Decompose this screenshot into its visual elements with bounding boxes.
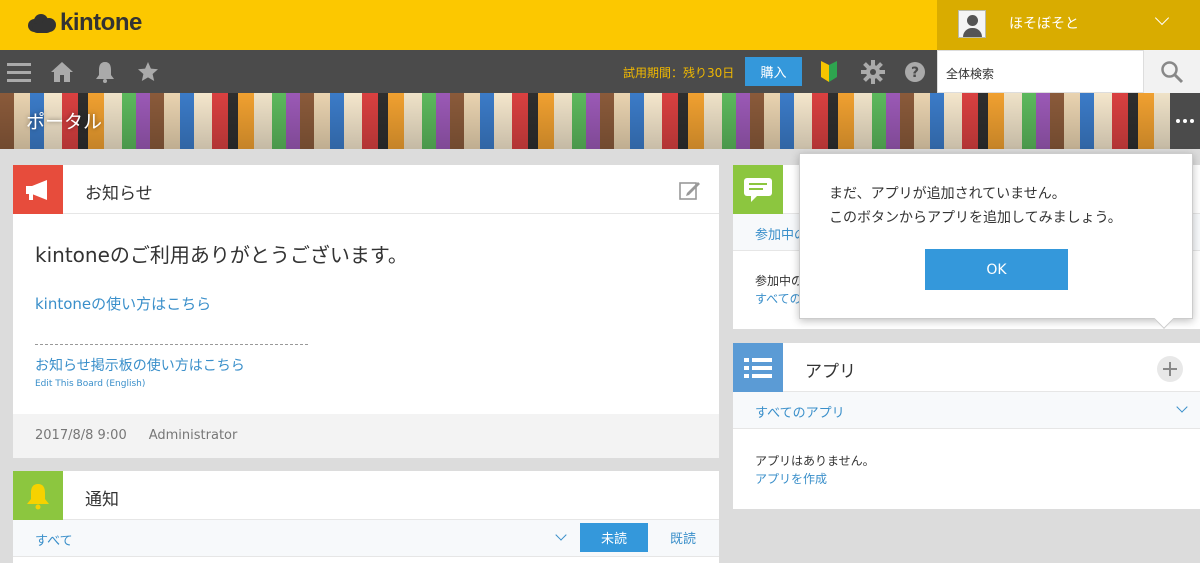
user-menu[interactable]: ほそぼそと xyxy=(937,0,1200,50)
notifications-card-header: 通知 xyxy=(13,471,719,520)
chat-bubble-icon xyxy=(733,165,783,214)
notifications-title: 通知 xyxy=(85,490,119,510)
logo-text: kintone xyxy=(60,9,142,36)
add-app-tooltip-popover: まだ、アプリが追加されていません。 このボタンからアプリを追加してみましょう。 … xyxy=(799,153,1193,319)
apps-empty-text: アプリはありません。 xyxy=(755,454,875,468)
top-header: kintone ほそぼそと xyxy=(0,0,1200,50)
gear-icon[interactable] xyxy=(858,57,888,87)
plus-icon xyxy=(1163,362,1177,376)
popover-message: まだ、アプリが追加されていません。 このボタンからアプリを追加してみましょう。 xyxy=(829,182,1122,230)
add-app-button[interactable] xyxy=(1157,356,1183,382)
ok-button[interactable]: OK xyxy=(925,249,1068,290)
portal-title: ポータル xyxy=(26,111,103,133)
popover-line2: このボタンからアプリを追加してみましょう。 xyxy=(829,210,1122,226)
edit-icon[interactable] xyxy=(679,179,701,205)
global-toolbar: 試用期間：残り30日 購入 ? 全体検索 xyxy=(0,50,1200,93)
help-icon[interactable]: ? xyxy=(900,57,930,87)
svg-text:?: ? xyxy=(911,65,919,81)
notifications-filter-select[interactable]: すべて xyxy=(35,530,73,549)
more-options-button[interactable] xyxy=(1170,93,1200,149)
notice-howto-link[interactable]: kintoneの使い方はこちら xyxy=(35,293,211,314)
kintone-logo[interactable]: kintone xyxy=(28,9,142,37)
apps-filter-row: すべてのアプリ xyxy=(733,392,1200,429)
user-name: ほそぼそと xyxy=(1009,16,1079,32)
apps-filter-select[interactable]: すべてのアプリ xyxy=(755,402,845,421)
space-body-text: 参加中の xyxy=(755,274,804,288)
read-tab[interactable]: 既読 xyxy=(653,523,713,552)
bell-icon[interactable] xyxy=(90,57,120,87)
apps-title: アプリ xyxy=(805,362,856,382)
create-app-link[interactable]: アプリを作成 xyxy=(755,470,827,487)
avatar xyxy=(958,10,986,38)
trial-period-text: 試用期間：残り30日 xyxy=(623,66,735,80)
notifications-card: 通知 すべて 未読 既読 xyxy=(13,471,719,563)
search-button[interactable] xyxy=(1144,50,1200,93)
chevron-down-icon xyxy=(1154,10,1170,26)
notifications-filter-row: すべて 未読 既読 xyxy=(13,520,719,557)
chevron-down-icon[interactable] xyxy=(555,529,567,541)
notice-author: Administrator xyxy=(148,428,238,443)
star-icon[interactable] xyxy=(133,57,163,87)
unread-tab[interactable]: 未読 xyxy=(580,523,648,552)
apps-card-header: アプリ xyxy=(733,343,1200,392)
list-icon xyxy=(733,343,783,392)
space-all-link[interactable]: すべての xyxy=(755,290,802,307)
notice-title: お知らせ xyxy=(85,184,153,204)
menu-icon[interactable] xyxy=(4,57,34,87)
apps-card: アプリ すべてのアプリ アプリはありません。 アプリを作成 xyxy=(733,343,1200,509)
divider xyxy=(35,344,308,345)
popover-line1: まだ、アプリが追加されていません。 xyxy=(829,186,1066,202)
notice-body-title: kintoneのご利用ありがとうございます。 xyxy=(35,243,408,267)
notice-card: お知らせ kintoneのご利用ありがとうございます。 kintoneの使い方は… xyxy=(13,165,719,458)
buy-button[interactable]: 購入 xyxy=(745,57,802,86)
search-icon xyxy=(1161,60,1184,83)
notice-footer: 2017/8/8 9:00 Administrator xyxy=(13,414,719,458)
global-search-input[interactable]: 全体検索 xyxy=(937,50,1144,93)
chevron-down-icon[interactable] xyxy=(1176,401,1188,413)
notice-date: 2017/8/8 9:00 xyxy=(35,428,127,443)
portal-banner: ポータル xyxy=(0,93,1200,149)
beginner-mark-icon[interactable] xyxy=(814,57,844,87)
cloud-logo-icon xyxy=(28,12,56,34)
home-icon[interactable] xyxy=(47,57,77,87)
bell-icon xyxy=(13,471,63,520)
megaphone-icon xyxy=(13,165,63,214)
board-english-link[interactable]: Edit This Board (English) xyxy=(35,379,145,389)
notice-card-header: お知らせ xyxy=(13,165,719,214)
board-howto-link[interactable]: お知らせ掲示板の使い方はこちら xyxy=(35,355,245,375)
